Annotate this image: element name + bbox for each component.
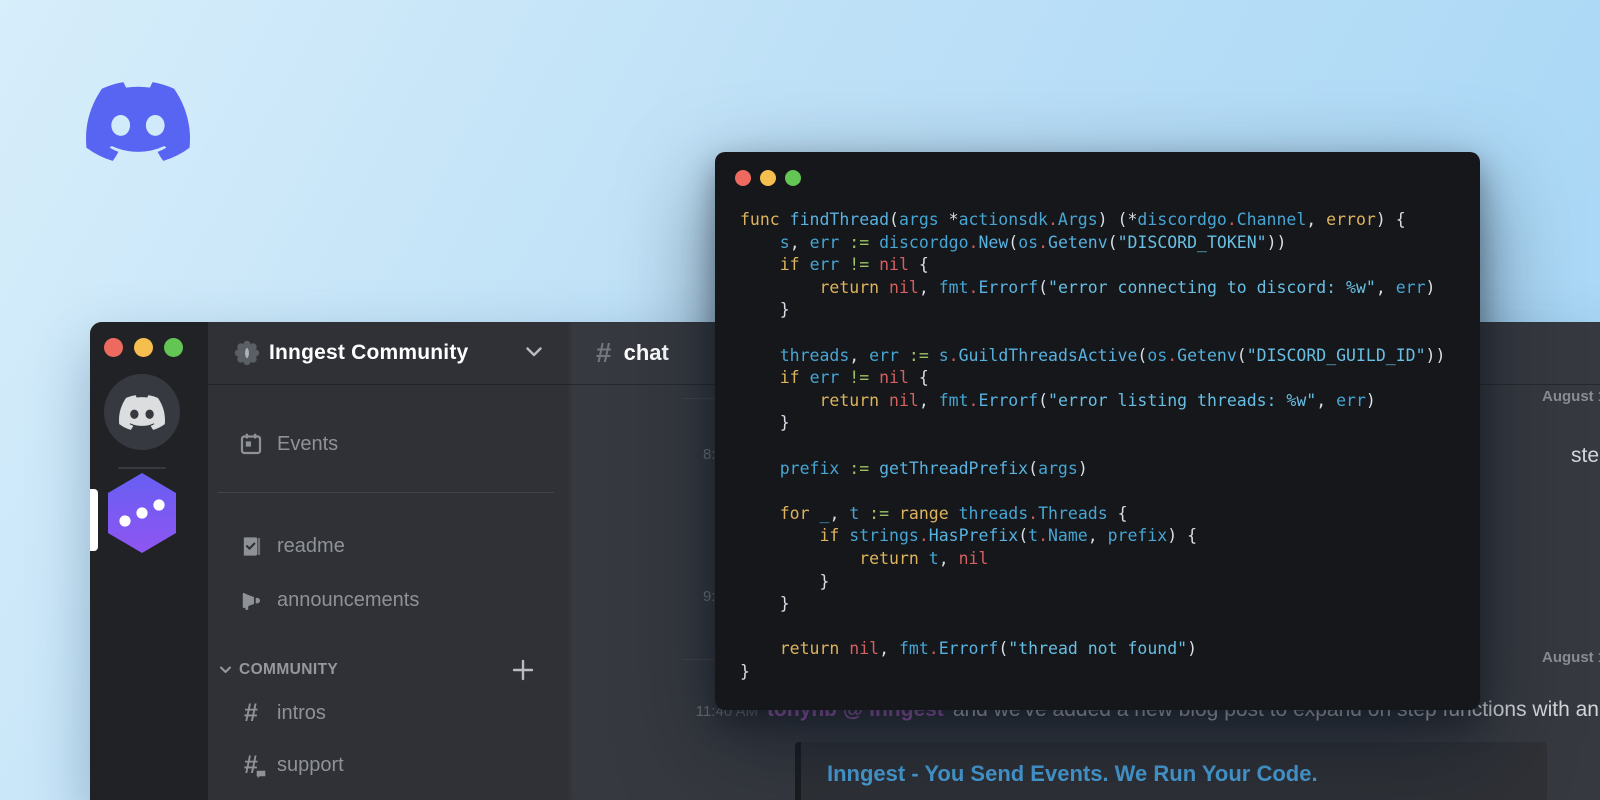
close-button[interactable]	[104, 338, 123, 357]
date-divider-label: August 18, 2022	[1542, 649, 1600, 666]
hash-chat-icon: #	[238, 751, 267, 780]
close-button[interactable]	[735, 170, 751, 186]
code-line: threads, err := s.GuildThreadsActive(os.…	[779, 345, 1446, 365]
code-line: if strings.HasPrefix(t.Name, prefix) {	[819, 526, 1198, 546]
sidebar-divider	[218, 492, 554, 493]
code-content: func findThread(args *actionsdk.Args) (*…	[740, 209, 1472, 702]
plus-icon[interactable]	[510, 657, 536, 683]
channel-label: Events	[277, 432, 339, 455]
code-line: for _, t := range threads.Threads {	[779, 503, 1128, 523]
sidebar-item-support[interactable]: # support	[216, 743, 560, 787]
minimize-button[interactable]	[760, 170, 776, 186]
discord-home-button[interactable]	[104, 374, 180, 450]
active-server-indicator	[90, 489, 98, 551]
code-line: return nil, fmt.Errorf("error listing th…	[819, 390, 1376, 410]
sidebar-item-readme[interactable]: readme	[216, 524, 560, 568]
page: Inngest Community Events readme announce…	[0, 0, 1600, 800]
code-line: if err != nil {	[779, 368, 929, 388]
code-line: }	[740, 300, 790, 320]
sidebar-item-announcements[interactable]: announcements	[216, 578, 560, 622]
embed-title-link[interactable]: Inngest - You Send Events. We Run Your C…	[827, 761, 1318, 787]
code-line: return nil, fmt.Errorf("thread not found…	[779, 639, 1198, 659]
channel-label: support	[277, 753, 344, 776]
channel-label: readme	[277, 534, 345, 557]
channel-label: announcements	[277, 588, 420, 611]
zoom-button[interactable]	[164, 338, 183, 357]
message-text-fragment: step func	[1571, 444, 1600, 467]
hash-icon: #	[244, 698, 258, 727]
code-line: return nil, fmt.Errorf("error connecting…	[819, 277, 1436, 297]
book-check-icon	[238, 533, 264, 559]
server-header[interactable]: Inngest Community	[208, 322, 568, 385]
chevron-down-icon	[526, 347, 542, 357]
inngest-server-icon[interactable]	[106, 473, 178, 553]
discord-logo-icon	[86, 82, 190, 161]
channel-label: intros	[277, 701, 326, 724]
code-line: }	[740, 661, 750, 681]
code-line: prefix := getThreadPrefix(args)	[779, 458, 1088, 478]
minimize-button[interactable]	[134, 338, 153, 357]
code-line: }	[740, 413, 790, 433]
channel-sidebar: Inngest Community Events readme announce…	[208, 322, 568, 800]
server-name: Inngest Community	[269, 341, 469, 364]
megaphone-icon	[238, 587, 264, 613]
date-divider-label: August 17, 2022	[1542, 388, 1600, 405]
rail-divider	[118, 467, 166, 469]
code-line: s, err := discordgo.New(os.Getenv("DISCO…	[779, 232, 1287, 252]
community-badge-icon	[234, 340, 260, 366]
code-editor-window: func findThread(args *actionsdk.Args) (*…	[715, 152, 1480, 710]
sidebar-item-events[interactable]: Events	[216, 422, 560, 466]
discord-home-icon	[119, 394, 165, 430]
server-rail	[90, 322, 208, 800]
code-line: if err != nil {	[779, 255, 929, 275]
sidebar-item-intros[interactable]: # intros	[216, 691, 560, 735]
calendar-icon	[238, 431, 264, 457]
link-embed: Inngest - You Send Events. We Run Your C…	[795, 742, 1547, 800]
code-line: }	[740, 571, 830, 591]
category-label: COMMUNITY	[239, 661, 339, 678]
code-line: return t, nil	[859, 548, 989, 568]
chevron-down-icon	[220, 666, 231, 673]
code-line: }	[740, 594, 790, 614]
zoom-button[interactable]	[785, 170, 801, 186]
code-line: func findThread(args *actionsdk.Args) (*…	[740, 210, 1406, 229]
category-community[interactable]: COMMUNITY	[220, 656, 560, 684]
